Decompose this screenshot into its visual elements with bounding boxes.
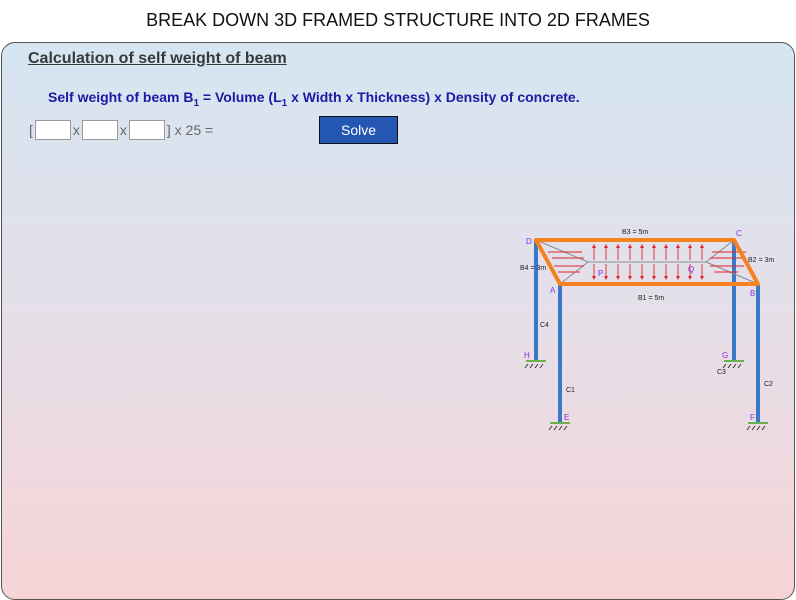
open-bracket: [ [29,122,33,138]
app-title: BREAK DOWN 3D FRAMED STRUCTURE INTO 2D F… [0,0,796,40]
length-input[interactable] [34,120,71,140]
node-d: D [526,237,532,246]
node-e: E [564,413,569,422]
node-p: P [598,269,603,278]
solve-button[interactable]: Solve [319,116,398,144]
formula-mid: = Volume (L [199,89,282,105]
node-q: Q [688,265,694,274]
thickness-input[interactable] [128,120,165,140]
node-h: H [524,351,530,360]
node-b: B [750,289,755,298]
node-a: A [550,286,556,295]
multiply-sign: x [119,122,127,138]
support-g [722,360,744,369]
calculation-inputs: [ x x ] x 25 = [28,118,214,142]
frame-structure-diagram: B3 = 5m B2 = 3m B1 = 5m B4 = 3m C4 C1 C3… [520,229,774,431]
load-arrows-up [593,246,703,260]
load-arrowheads-up [592,244,704,248]
label-c2: C2 [764,381,773,388]
label-c3: C3 [717,369,726,376]
multiply-sign: x [72,122,80,138]
slab-diagonal [705,239,735,263]
label-c4: C4 [540,322,549,329]
calculation-panel: Calculation of self weight of beam Self … [1,42,795,600]
node-g: G [722,351,728,360]
width-input[interactable] [81,120,118,140]
slab-diagonal [559,261,589,285]
node-f: F [750,413,755,422]
node-c: C [736,229,742,238]
label-b3: B3 = 5m [622,229,648,236]
label-b4: B4 = 3m [520,265,546,272]
label-b1: B1 = 5m [638,295,664,302]
support-f [746,422,768,431]
formula-prefix: Self weight of beam B [48,89,194,105]
support-h [524,360,546,369]
formula-text: Self weight of beam B1 = Volume (L1 x Wi… [48,89,580,109]
load-arrowheads-down [592,276,704,280]
formula-suffix: x Width x Thickness) x Density of concre… [287,89,580,105]
section-heading: Calculation of self weight of beam [28,50,287,67]
density-suffix: ] x 25 = [166,122,214,138]
label-b2: B2 = 3m [748,257,774,264]
label-c1: C1 [566,387,575,394]
support-e [548,422,570,431]
load-arrows-down [593,264,703,278]
